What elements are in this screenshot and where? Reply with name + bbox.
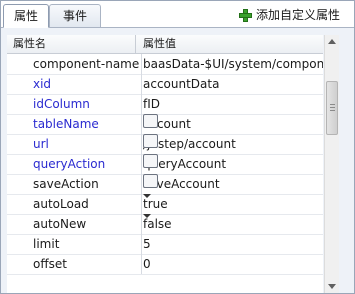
scroll-thumb[interactable] [326,81,338,135]
thumb-grip [330,104,335,105]
property-name: saveAction [33,177,99,191]
property-value-cell[interactable]: baasData-$UI/system/compon [141,54,323,74]
property-value[interactable]: fID [143,94,160,114]
grid-header: 属性名 属性值 [7,35,323,54]
tab-properties[interactable]: 属性 [3,4,49,28]
column-separator[interactable] [135,35,136,53]
property-row[interactable]: xid accountData [7,74,323,95]
property-name: idColumn [33,97,90,111]
property-name: limit [33,237,60,251]
property-value-cell[interactable]: 0 [141,254,323,274]
property-row[interactable]: offset 0 [7,254,323,275]
ellipsis-button[interactable]: ... [143,114,158,128]
property-value[interactable]: baasData-$UI/system/compon [143,54,323,74]
property-row[interactable]: queryAction queryAccount... [7,154,323,175]
dropdown-arrow-icon[interactable] [143,194,151,198]
property-name: autoNew [33,217,87,231]
thumb-grip [330,107,335,108]
property-value[interactable]: 0 [143,254,151,274]
property-row[interactable]: saveAction saveAccount... [7,174,323,195]
scroll-down-arrow-icon[interactable] [325,279,339,293]
property-value-cell[interactable]: true [141,194,323,214]
scroll-up-arrow-icon[interactable] [325,35,339,49]
property-value-cell[interactable]: queryAccount... [141,154,323,174]
dropdown-arrow-icon[interactable] [143,214,151,218]
tab-strip: 属性 事件 添加自定义属性 [1,1,354,28]
property-value-cell[interactable]: accountData [141,74,323,94]
column-header-name[interactable]: 属性名 [13,35,46,53]
property-value-cell[interactable]: fID [141,94,323,114]
property-row[interactable]: autoNew false [7,214,323,235]
ellipsis-button[interactable]: ... [143,134,158,148]
property-row[interactable]: tableName account... [7,114,323,135]
add-custom-property-button[interactable]: 添加自定义属性 [238,7,340,23]
tab-events[interactable]: 事件 [49,4,101,27]
add-custom-property-label: 添加自定义属性 [255,8,340,22]
property-name: autoLoad [33,197,89,211]
properties-panel: 属性 事件 添加自定义属性 属性名 属性值 component-name baas… [0,0,355,294]
property-name: queryAction [33,157,106,171]
column-header-value[interactable]: 属性值 [143,35,176,53]
property-grid: 属性名 属性值 component-name baasData-$UI/syste… [7,35,323,293]
property-name: xid [33,77,52,91]
property-row[interactable]: url/justep/account... [7,134,323,155]
plus-icon [238,8,252,22]
ellipsis-button[interactable]: ... [143,174,158,188]
property-value-cell[interactable]: account... [141,114,323,134]
property-value[interactable]: 5 [143,234,151,254]
thumb-grip [330,110,335,111]
property-name: url [33,137,49,151]
property-name: offset [33,257,67,271]
ellipsis-button[interactable]: ... [143,154,158,168]
property-row[interactable]: component-name baasData-$UI/system/compon [7,54,323,75]
property-name: tableName [33,117,99,131]
property-value[interactable]: accountData [143,74,219,94]
property-value-cell[interactable]: false [141,214,323,234]
property-value-cell[interactable]: /justep/account... [141,134,323,154]
property-row[interactable]: idColumn fID [7,94,323,115]
property-name: component-name [33,57,140,71]
vertical-scrollbar[interactable] [324,35,339,293]
property-value-cell[interactable]: 5 [141,234,323,254]
property-value-cell[interactable]: saveAccount... [141,174,323,194]
property-row[interactable]: autoLoad true [7,194,323,215]
property-row[interactable]: limit 5 [7,234,323,255]
